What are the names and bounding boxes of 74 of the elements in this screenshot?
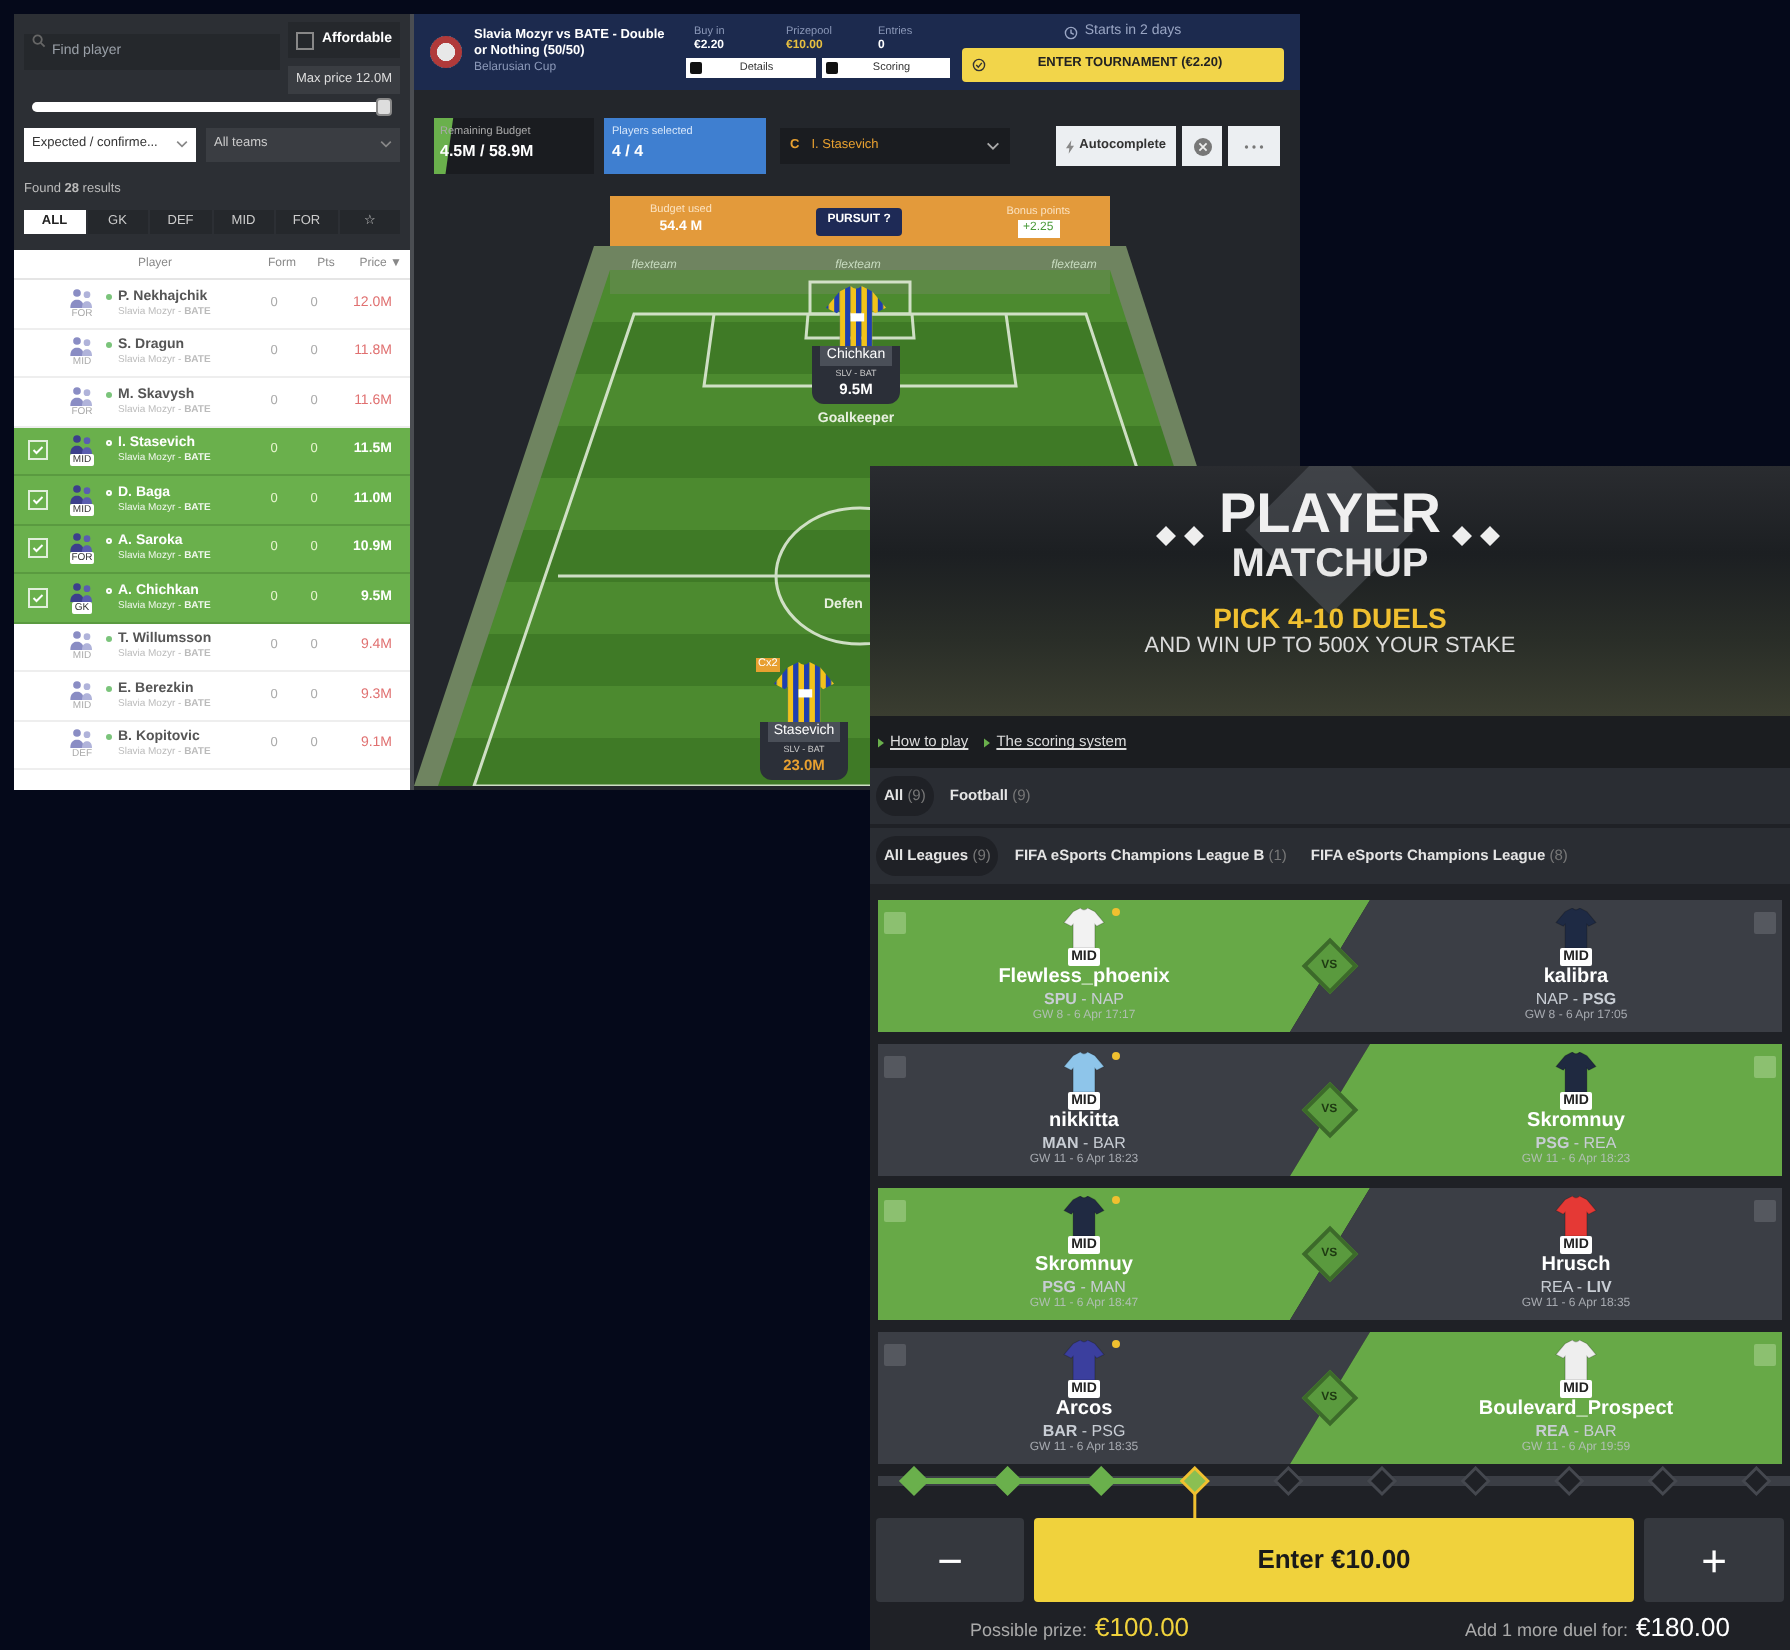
increase-stake-button[interactable]: +: [1644, 1518, 1784, 1602]
diamonds-decoration-icon: [1449, 524, 1505, 548]
player-silhouette-icon: [68, 581, 96, 602]
lightning-icon: [1065, 139, 1074, 153]
player-silhouette-icon: [68, 385, 96, 406]
chevron-down-icon: [380, 140, 392, 149]
player-silhouette-icon: [68, 287, 96, 308]
possible-prize-label: Possible prize:: [970, 1618, 1088, 1644]
club-crest-icon: [430, 36, 462, 68]
logo-title: PLAYER: [1218, 486, 1441, 542]
player-silhouette-icon: [68, 630, 96, 651]
jersey-icon: [1553, 1339, 1598, 1379]
player-silhouette-icon: [68, 532, 96, 553]
striped-jersey-icon: [822, 286, 890, 346]
current-step-connector: [1193, 1494, 1197, 1518]
possible-prize-value: €100.00: [1095, 1610, 1190, 1646]
chevron-down-icon: [176, 140, 188, 149]
player-silhouette-icon: [68, 728, 96, 749]
slider-thumb[interactable]: [376, 97, 392, 116]
jersey-icon: [1554, 1195, 1598, 1235]
clear-button[interactable]: [1182, 126, 1222, 166]
jersey-icon: [1062, 907, 1106, 947]
jersey-icon: [1062, 1051, 1106, 1091]
duel-player-name: Skromnuy: [1527, 1109, 1625, 1133]
checkbox-checked[interactable]: [28, 538, 48, 559]
play-triangle-icon: [878, 737, 884, 747]
search-icon: [32, 33, 46, 47]
duel-player-name: Boulevard_Prospect: [1478, 1397, 1674, 1421]
decrease-stake-button[interactable]: −: [876, 1518, 1024, 1602]
more-icon: [1244, 143, 1264, 149]
price-slider[interactable]: [32, 101, 392, 112]
duel-player-name: Skromnuy: [1035, 1253, 1133, 1277]
duel-player-name: kalibra: [1543, 965, 1609, 989]
duel-player-teams: REA - BAR: [1535, 1421, 1617, 1439]
checkmark-icon: [32, 444, 44, 457]
jersey-icon: [1553, 907, 1598, 947]
duel-player-name: Arcos: [1055, 1397, 1113, 1421]
close-icon: [1193, 137, 1211, 155]
player-silhouette-icon: [68, 336, 96, 357]
duel-player-teams: BAR - PSG: [1042, 1421, 1126, 1439]
hero-headline: PICK 4-10 DUELS: [1213, 602, 1447, 634]
jersey-icon: [1554, 1051, 1598, 1091]
checkbox-checked[interactable]: [28, 587, 48, 608]
duel-player-teams: PSG - REA: [1535, 1133, 1617, 1151]
duel-player-name: Flewless_phoenix: [998, 965, 1170, 989]
jersey-icon: [1062, 1339, 1106, 1379]
player-silhouette-icon: [68, 434, 96, 455]
check-circle-icon: [972, 57, 986, 72]
chevron-down-icon: [986, 142, 1000, 150]
duel-player-teams: SPU - NAP: [1043, 989, 1124, 1007]
players-selected-value: 4 / 4: [612, 140, 646, 165]
enter-button[interactable]: Enter €10.00: [1034, 1518, 1634, 1602]
next-duel-label: Add 1 more duel for:: [1464, 1618, 1628, 1644]
logo-subtitle: MATCHUP: [1231, 542, 1429, 586]
checkmark-icon: [32, 493, 44, 506]
checkmark-icon: [32, 542, 44, 555]
striped-jersey-icon: [770, 662, 838, 722]
checkmark-icon: [32, 591, 44, 604]
duel-player-name: nikkitta: [1048, 1109, 1119, 1133]
duel-player-teams: REA - LIV: [1540, 1277, 1612, 1295]
checkbox-checked[interactable]: [28, 440, 48, 461]
hero-subline: AND WIN UP TO 500X YOUR STAKE: [1144, 634, 1516, 660]
player-silhouette-icon: [68, 679, 96, 700]
clock-icon: [1064, 26, 1079, 40]
next-duel-prize: €180.00: [1636, 1610, 1730, 1646]
play-triangle-icon: [984, 737, 991, 747]
jersey-icon: [1062, 1195, 1106, 1235]
duel-player-teams: MAN - BAR: [1042, 1133, 1126, 1151]
player-silhouette-icon: [68, 483, 96, 504]
duel-player-teams: NAP - PSG: [1535, 989, 1617, 1007]
duel-player-name: Hrusch: [1541, 1253, 1611, 1277]
duel-player-teams: PSG - MAN: [1042, 1277, 1126, 1295]
checkbox-checked[interactable]: [28, 489, 48, 510]
affordable-checkbox[interactable]: [296, 31, 314, 49]
